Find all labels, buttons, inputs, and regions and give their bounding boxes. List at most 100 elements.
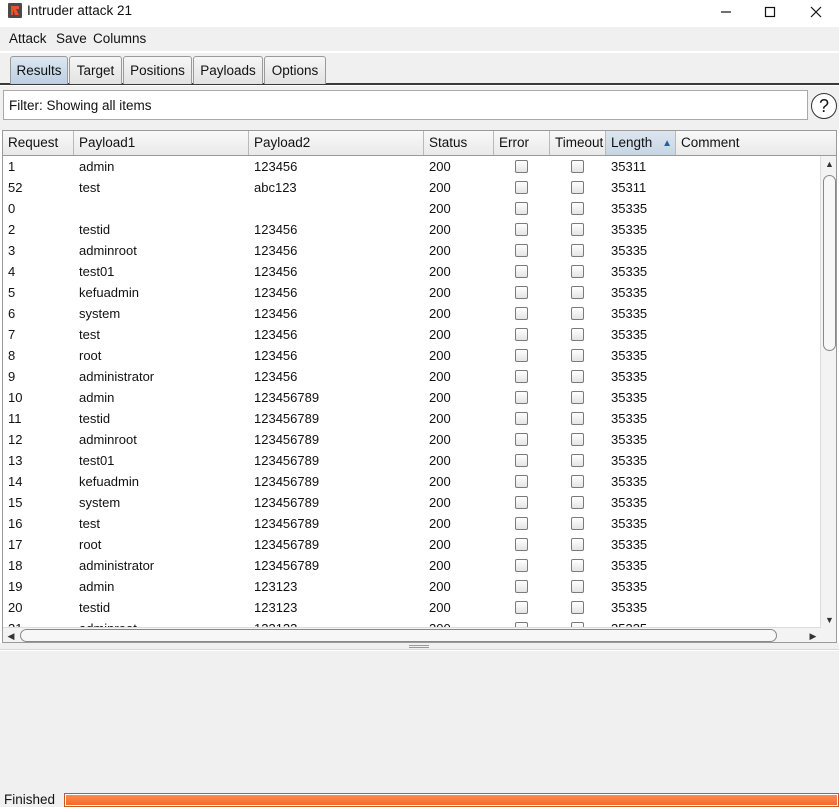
table-row[interactable]: 15 system 123456789 200 35335 — [3, 492, 821, 513]
cell-payload1: adminroot — [74, 618, 137, 627]
menu-save[interactable]: Save — [56, 31, 87, 46]
cell-payload2: 123456 — [254, 285, 298, 300]
scroll-down-arrow-icon[interactable]: ▼ — [821, 612, 836, 628]
error-checkbox — [515, 160, 528, 173]
table-row[interactable]: 0 200 35335 — [3, 198, 821, 219]
cell-payload1: admin — [79, 579, 115, 594]
cell-length: 35335 — [611, 579, 648, 594]
cell-length: 35335 — [611, 264, 648, 279]
timeout-checkbox — [571, 181, 584, 194]
filter-box[interactable]: Filter: Showing all items — [3, 90, 808, 120]
table-row[interactable]: 20 testid 123123 200 35335 — [3, 597, 821, 618]
cell-payload2: 123123 — [254, 579, 298, 594]
filter-bar: Filter: Showing all items ? — [0, 86, 839, 126]
table-row[interactable]: 1 admin 123456 200 35311 — [3, 156, 821, 177]
error-checkbox — [515, 307, 528, 320]
error-checkbox — [515, 244, 528, 257]
column-header-payload1[interactable]: Payload1 — [74, 131, 249, 155]
table-row[interactable]: 7 test 123456 200 35335 — [3, 324, 821, 345]
cell-payload2: 123456789 — [254, 453, 320, 468]
scroll-up-arrow-icon[interactable]: ▲ — [821, 156, 836, 172]
error-checkbox — [515, 496, 528, 509]
cell-status: 200 — [429, 600, 451, 615]
column-header-length[interactable]: Length ▲ — [606, 131, 676, 155]
timeout-checkbox — [571, 223, 584, 236]
timeout-checkbox — [571, 517, 584, 530]
cell-comment — [676, 366, 681, 387]
timeout-checkbox — [571, 202, 584, 215]
table-row[interactable]: 12 adminroot 123456789 200 35335 — [3, 429, 821, 450]
horizontal-scrollbar[interactable]: ◀ ▶ — [3, 627, 821, 642]
timeout-checkbox — [571, 433, 584, 446]
table-row[interactable]: 10 admin 123456789 200 35335 — [3, 387, 821, 408]
table-row[interactable]: 6 system 123456 200 35335 — [3, 303, 821, 324]
cell-payload2: 123456 — [254, 264, 298, 279]
cell-status: 200 — [429, 390, 451, 405]
table-row[interactable]: 17 root 123456789 200 35335 — [3, 534, 821, 555]
minimize-button[interactable] — [703, 0, 749, 24]
column-header-request[interactable]: Request — [3, 131, 74, 155]
status-bar: Finished — [0, 787, 839, 807]
close-button[interactable] — [793, 0, 839, 24]
table-row[interactable]: 13 test01 123456789 200 35335 — [3, 450, 821, 471]
cell-length: 35335 — [611, 243, 648, 258]
column-header-timeout[interactable]: Timeout — [550, 131, 606, 155]
menu-attack[interactable]: Attack — [9, 31, 47, 46]
table-row[interactable]: 8 root 123456 200 35335 — [3, 345, 821, 366]
vertical-scroll-thumb[interactable] — [823, 175, 836, 351]
table-row[interactable]: 2 testid 123456 200 35335 — [3, 219, 821, 240]
vertical-scrollbar[interactable]: ▲ ▼ — [820, 156, 836, 628]
cell-comment — [676, 387, 681, 408]
table-row[interactable]: 16 test 123456789 200 35335 — [3, 513, 821, 534]
cell-request: 17 — [8, 537, 23, 552]
table-row[interactable]: 21 adminroot 123123 200 35335 — [3, 618, 821, 627]
column-header-error[interactable]: Error — [494, 131, 550, 155]
minimize-icon — [721, 11, 731, 13]
tab-results[interactable]: Results — [10, 56, 68, 84]
cell-request: 8 — [8, 348, 16, 363]
table-row[interactable]: 9 administrator 123456 200 35335 — [3, 366, 821, 387]
maximize-button[interactable] — [747, 0, 793, 24]
horizontal-scroll-thumb[interactable] — [20, 629, 777, 642]
tab-payloads[interactable]: Payloads — [193, 56, 263, 84]
table-row[interactable]: 11 testid 123456789 200 35335 — [3, 408, 821, 429]
cell-status: 200 — [429, 201, 451, 216]
cell-payload2 — [249, 198, 254, 219]
table-row[interactable]: 18 administrator 123456789 200 35335 — [3, 555, 821, 576]
timeout-checkbox — [571, 286, 584, 299]
cell-request: 4 — [8, 264, 16, 279]
table-row[interactable]: 19 admin 123123 200 35335 — [3, 576, 821, 597]
cell-length: 35335 — [611, 201, 648, 216]
tab-target[interactable]: Target — [69, 56, 122, 84]
cell-length: 35335 — [611, 411, 648, 426]
cell-payload2: 123456 — [254, 243, 298, 258]
cell-comment — [676, 576, 681, 597]
cell-comment — [676, 345, 681, 366]
request-response-pane — [0, 651, 839, 787]
table-row[interactable]: 4 test01 123456 200 35335 — [3, 261, 821, 282]
split-pane-divider[interactable] — [0, 643, 839, 650]
error-checkbox — [515, 601, 528, 614]
column-header-status[interactable]: Status — [424, 131, 494, 155]
scroll-left-arrow-icon[interactable]: ◀ — [3, 628, 19, 642]
table-row[interactable]: 5 kefuadmin 123456 200 35335 — [3, 282, 821, 303]
cell-length: 35335 — [611, 516, 648, 531]
cell-request: 5 — [8, 285, 16, 300]
cell-comment — [676, 534, 681, 555]
progress-bar — [64, 793, 839, 807]
menu-columns[interactable]: Columns — [93, 31, 146, 46]
tab-options[interactable]: Options — [264, 56, 326, 84]
cell-payload2: 123456789 — [254, 495, 320, 510]
column-header-payload2[interactable]: Payload2 — [249, 131, 424, 155]
error-checkbox — [515, 538, 528, 551]
table-row[interactable]: 52 test abc123 200 35311 — [3, 177, 821, 198]
tab-positions[interactable]: Positions — [123, 56, 192, 84]
table-row[interactable]: 14 kefuadmin 123456789 200 35335 — [3, 471, 821, 492]
help-button[interactable]: ? — [811, 93, 837, 119]
table-row[interactable]: 3 adminroot 123456 200 35335 — [3, 240, 821, 261]
cell-payload1: testid — [79, 600, 111, 615]
scroll-right-arrow-icon[interactable]: ▶ — [805, 628, 821, 642]
cell-length: 35335 — [611, 306, 648, 321]
cell-request: 15 — [8, 495, 23, 510]
column-header-comment[interactable]: Comment — [676, 131, 836, 155]
